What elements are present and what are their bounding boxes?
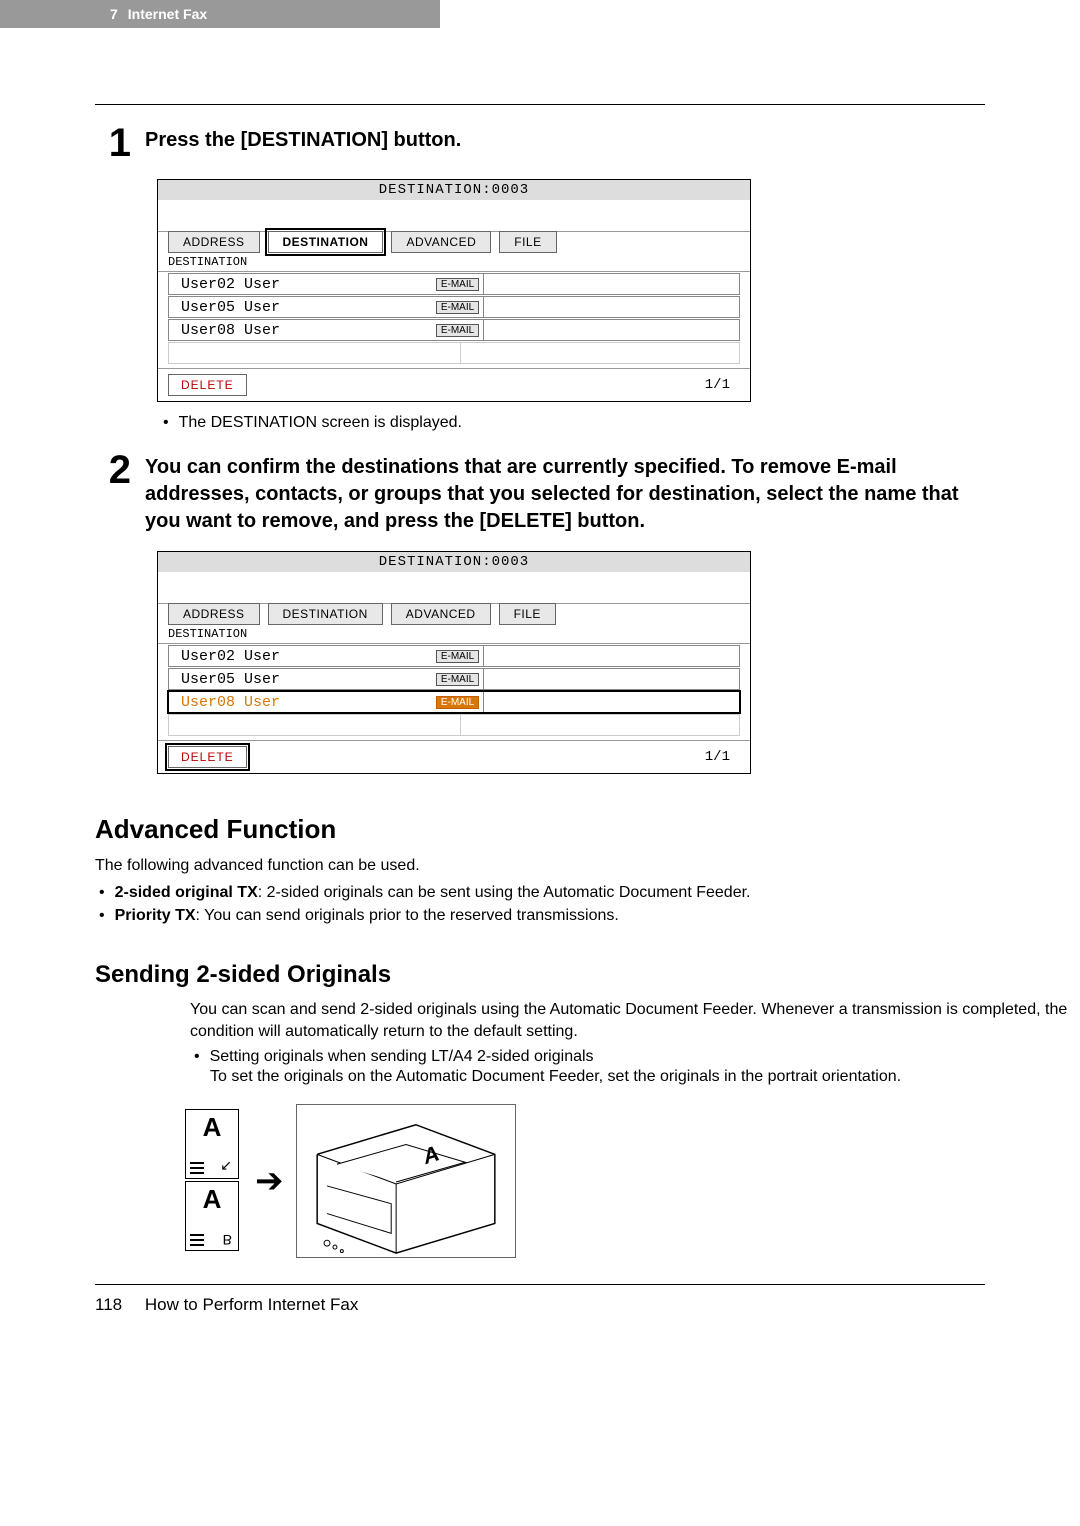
destination-row[interactable]: User02 User E-MAIL (168, 645, 740, 667)
destination-row[interactable]: User02 User E-MAIL (168, 273, 740, 295)
step-heading: Press the [DESTINATION] button. (145, 127, 985, 154)
page-back-icon: A B (185, 1181, 239, 1251)
step-1: 1 Press the [DESTINATION] button. (95, 123, 985, 163)
advanced-heading: Advanced Function (95, 814, 985, 845)
delete-button[interactable]: DELETE (168, 746, 247, 768)
sending-heading: Sending 2-sided Originals (95, 961, 985, 989)
row-name: User08 User (169, 322, 436, 339)
email-badge: E-MAIL (436, 301, 479, 314)
destination-screen-1: DESTINATION:0003 ADDRESS DESTINATION ADV… (157, 179, 751, 402)
row-name: User02 User (169, 276, 436, 293)
tab-file[interactable]: FILE (499, 603, 556, 625)
delete-button[interactable]: DELETE (168, 374, 247, 396)
destination-screen-2: DESTINATION:0003 ADDRESS DESTINATION ADV… (157, 551, 751, 774)
screen-title: DESTINATION:0003 (158, 552, 750, 572)
page-footer: 118 How to Perform Internet Fax (0, 1285, 1080, 1325)
step-number: 2 (95, 450, 145, 535)
tab-advanced[interactable]: ADVANCED (391, 231, 491, 253)
sending-bullet: Setting originals when sending LT/A4 2-s… (190, 1048, 1080, 1066)
empty-row (168, 342, 740, 364)
row-name: User05 User (169, 671, 436, 688)
advanced-intro: The following advanced function can be u… (95, 855, 1080, 877)
page-number: 118 (95, 1295, 122, 1314)
chapter-header: 7 Internet Fax (0, 0, 440, 28)
tab-file[interactable]: FILE (499, 231, 556, 253)
destination-row[interactable]: User05 User E-MAIL (168, 668, 740, 690)
empty-row (168, 714, 740, 736)
chapter-title: Internet Fax (128, 6, 207, 22)
sending-bullet-desc: To set the originals on the Automatic Do… (210, 1066, 1080, 1088)
destination-row[interactable]: User05 User E-MAIL (168, 296, 740, 318)
destination-row[interactable]: User08 User E-MAIL (168, 319, 740, 341)
step-note: The DESTINATION screen is displayed. (159, 414, 985, 432)
email-badge: E-MAIL (436, 278, 479, 291)
chapter-number: 7 (110, 6, 118, 22)
divider-top (95, 104, 985, 105)
step-number: 1 (95, 123, 145, 163)
step-2: 2 You can confirm the destinations that … (95, 450, 985, 535)
footer-title: How to Perform Internet Fax (145, 1295, 359, 1314)
sending-para: You can scan and send 2-sided originals … (190, 999, 1080, 1042)
tab-address[interactable]: ADDRESS (168, 603, 260, 625)
page-indicator: 1/1 (705, 377, 730, 393)
document-feeder-icon: A (296, 1104, 516, 1258)
email-badge: E-MAIL (436, 324, 479, 337)
advanced-list: 2-sided original TX: 2-sided originals c… (95, 881, 1080, 927)
tab-destination[interactable]: DESTINATION (268, 603, 383, 625)
tab-destination[interactable]: DESTINATION (268, 231, 384, 253)
screen-title: DESTINATION:0003 (158, 180, 750, 200)
row-name: User05 User (169, 299, 436, 316)
row-name: User08 User (169, 694, 436, 711)
orientation-diagram: A ↙ A B ➔ A (185, 1104, 1080, 1258)
destination-row-selected[interactable]: User08 User E-MAIL (168, 691, 740, 713)
email-badge: E-MAIL (436, 696, 479, 709)
email-badge: E-MAIL (436, 650, 479, 663)
section-label: DESTINATION (158, 253, 750, 272)
arrow-right-icon: ➔ (255, 1161, 284, 1201)
page-front-icon: A ↙ (185, 1109, 239, 1179)
section-label: DESTINATION (158, 625, 750, 644)
tab-bar: ADDRESS DESTINATION ADVANCED FILE (158, 231, 750, 253)
page-indicator: 1/1 (705, 749, 730, 765)
tab-address[interactable]: ADDRESS (168, 231, 260, 253)
row-name: User02 User (169, 648, 436, 665)
step-heading: You can confirm the destinations that ar… (145, 454, 985, 535)
tab-advanced[interactable]: ADVANCED (391, 603, 491, 625)
email-badge: E-MAIL (436, 673, 479, 686)
tab-bar: ADDRESS DESTINATION ADVANCED FILE (158, 603, 750, 625)
